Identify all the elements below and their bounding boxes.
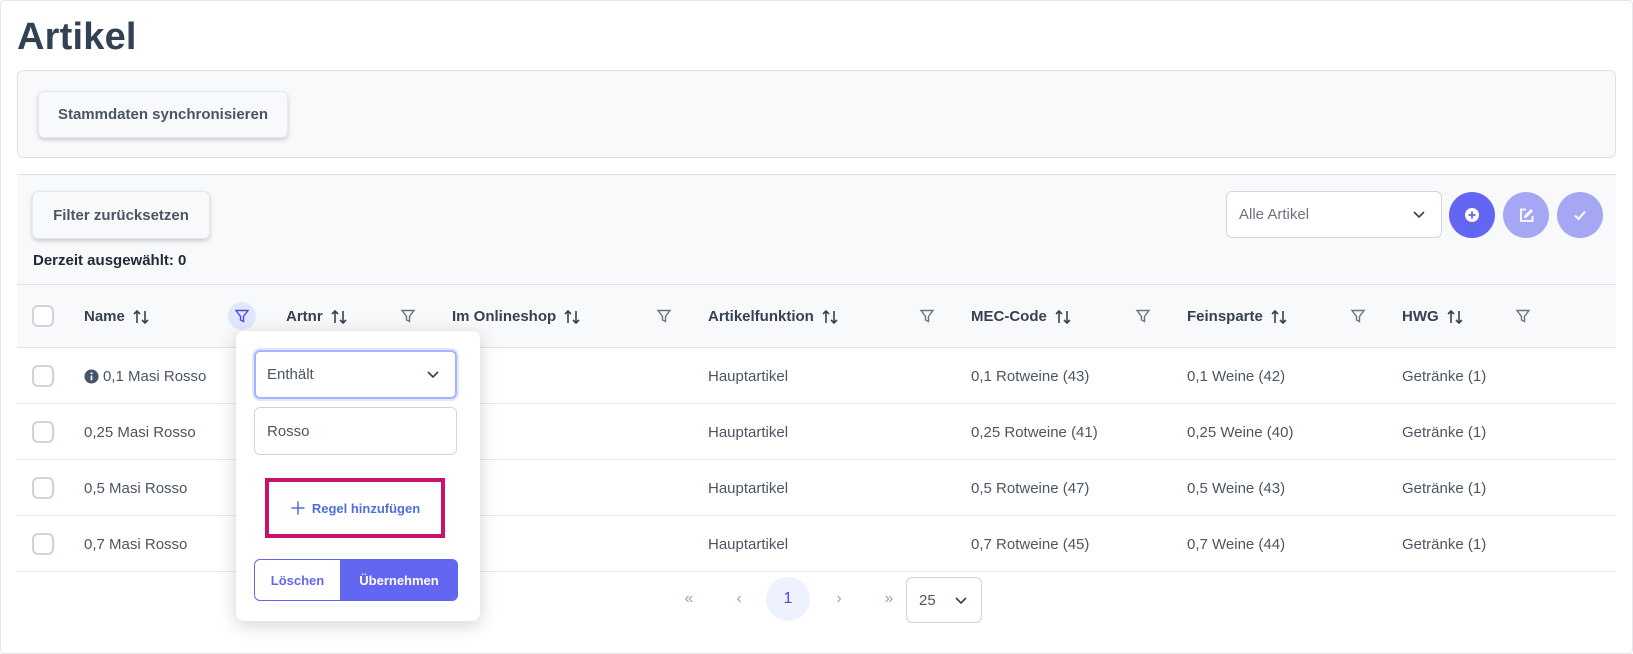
sort-icon[interactable] — [330, 308, 348, 326]
column-label: Feinsparte — [1187, 308, 1263, 325]
plus-circle-icon — [1465, 208, 1479, 222]
row-checkbox[interactable] — [32, 533, 54, 555]
cell-name: 0,1 Masi Rosso — [84, 348, 206, 404]
filter-icon[interactable] — [397, 305, 419, 327]
cell-hwg: Getränke (1) — [1402, 479, 1487, 497]
plus-icon — [291, 501, 305, 515]
add-rule-button[interactable]: Regel hinzufügen — [290, 500, 420, 516]
column-header-artikelfunktion[interactable]: Artikelfunktion — [708, 285, 839, 348]
table-toolbar: Filter zurücksetzen Derzeit ausgewählt: … — [17, 174, 1616, 285]
cell-mec-code: 0,7 Rotweine (45) — [971, 535, 1090, 553]
column-label: Artikelfunktion — [708, 308, 814, 325]
match-mode-value: Enthält — [267, 366, 314, 383]
column-label: Name — [84, 308, 125, 325]
cell-name: 0,25 Masi Rosso — [84, 423, 196, 441]
add-button[interactable] — [1449, 192, 1495, 238]
view-select[interactable]: Alle Artikel — [1226, 191, 1442, 238]
column-header-hwg[interactable]: HWG — [1402, 285, 1464, 348]
filter-icon[interactable] — [228, 302, 256, 330]
column-label: Artnr — [286, 308, 323, 325]
row-checkbox[interactable] — [32, 421, 54, 443]
sort-icon[interactable] — [563, 308, 581, 326]
cell-feinsparte: 0,1 Weine (42) — [1187, 367, 1286, 385]
view-select-value: Alle Artikel — [1239, 206, 1310, 223]
edit-button[interactable] — [1503, 192, 1549, 238]
filter-icon[interactable] — [916, 305, 938, 327]
cell-artikelfunktion: Hauptartikel — [708, 535, 789, 553]
cell-hwg: Getränke (1) — [1402, 367, 1487, 385]
filter-icon[interactable] — [1347, 305, 1369, 327]
article-name: 0,1 Masi Rosso — [103, 367, 207, 385]
filter-value-input[interactable] — [254, 407, 457, 455]
column-header-mec-code[interactable]: MEC-Code — [971, 285, 1072, 348]
select-all-checkbox[interactable] — [32, 305, 54, 327]
sort-icon[interactable] — [1054, 308, 1072, 326]
page-title: Artikel — [17, 16, 137, 58]
cell-artikelfunktion: Hauptartikel — [708, 479, 789, 497]
cell-mec-code: 0,25 Rotweine (41) — [971, 423, 1098, 441]
check-icon — [1574, 210, 1586, 221]
selected-count: Derzeit ausgewählt: 0 — [33, 252, 187, 269]
sort-icon[interactable] — [132, 308, 150, 326]
edit-icon — [1519, 208, 1533, 222]
cell-name: 0,5 Masi Rosso — [84, 479, 188, 497]
sort-icon[interactable] — [1446, 308, 1464, 326]
cell-mec-code: 0,1 Rotweine (43) — [971, 367, 1090, 385]
sort-icon[interactable] — [1270, 308, 1288, 326]
cell-hwg: Getränke (1) — [1402, 535, 1487, 553]
cell-feinsparte: 0,7 Weine (44) — [1187, 535, 1286, 553]
column-label: HWG — [1402, 308, 1439, 325]
cell-artikelfunktion: Hauptartikel — [708, 423, 789, 441]
column-label: MEC-Code — [971, 308, 1047, 325]
cell-feinsparte: 0,5 Weine (43) — [1187, 479, 1286, 497]
apply-filter-button[interactable]: Übernehmen — [340, 559, 458, 601]
rows-per-page-select[interactable]: 25 — [906, 577, 982, 623]
last-page-button[interactable]: » — [867, 577, 911, 621]
cell-name: 0,7 Masi Rosso — [84, 535, 188, 553]
row-checkbox[interactable] — [32, 365, 54, 387]
rows-per-page-value: 25 — [919, 591, 936, 609]
add-rule-label: Regel hinzufügen — [311, 500, 421, 516]
cell-mec-code: 0,5 Rotweine (47) — [971, 479, 1090, 497]
match-mode-select[interactable]: Enthält — [254, 350, 457, 399]
filter-icon[interactable] — [1132, 305, 1154, 327]
filter-icon[interactable] — [1512, 305, 1534, 327]
info-icon[interactable] — [84, 368, 99, 384]
reset-filter-button[interactable]: Filter zurücksetzen — [32, 191, 210, 239]
column-header-name[interactable]: Name — [84, 285, 150, 348]
confirm-button[interactable] — [1557, 192, 1603, 238]
filter-icon[interactable] — [653, 305, 675, 327]
chevron-down-icon — [955, 597, 967, 605]
chevron-down-icon — [427, 371, 439, 379]
cell-feinsparte: 0,25 Weine (40) — [1187, 423, 1294, 441]
sync-master-data-button[interactable]: Stammdaten synchronisieren — [38, 91, 288, 138]
top-toolbar: Stammdaten synchronisieren — [17, 70, 1616, 158]
chevron-down-icon — [1413, 211, 1425, 219]
clear-filter-button[interactable]: Löschen — [254, 559, 341, 601]
column-label: Im Onlineshop — [452, 308, 557, 325]
first-page-button[interactable]: « — [667, 577, 711, 621]
page-button-current[interactable]: 1 — [766, 577, 810, 621]
sort-icon[interactable] — [821, 308, 839, 326]
cell-artikelfunktion: Hauptartikel — [708, 367, 789, 385]
prev-page-button[interactable]: ‹ — [717, 577, 761, 621]
add-rule-highlight: Regel hinzufügen — [265, 478, 445, 538]
cell-hwg: Getränke (1) — [1402, 423, 1487, 441]
row-checkbox[interactable] — [32, 477, 54, 499]
next-page-button[interactable]: › — [817, 577, 861, 621]
column-header-feinsparte[interactable]: Feinsparte — [1187, 285, 1288, 348]
filter-popover: Enthält Regel hinzufügen Löschen Überneh… — [236, 331, 480, 621]
